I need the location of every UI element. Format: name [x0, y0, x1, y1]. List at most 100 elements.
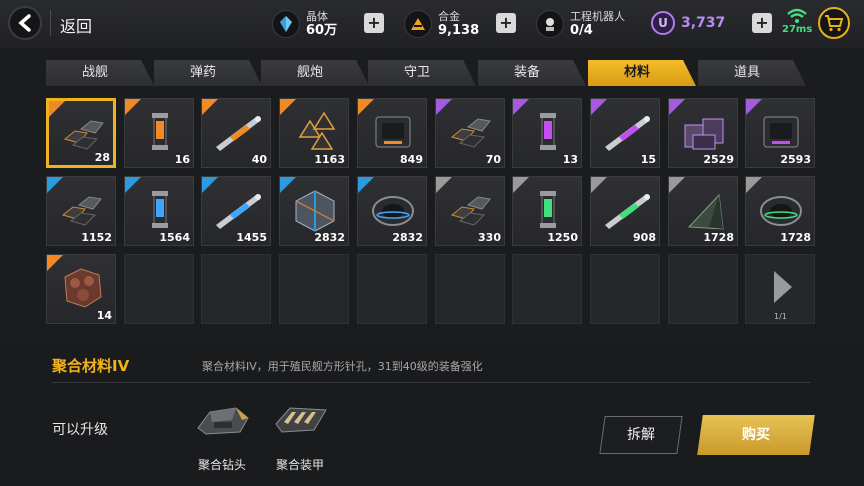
material-item-0[interactable]: 28	[46, 98, 116, 168]
material-item-17[interactable]: 908	[590, 176, 660, 246]
resource-robot: 工程机器人 0/4	[536, 5, 625, 43]
hex-plates-icon	[450, 118, 491, 148]
alloy-label: 合金	[438, 10, 460, 23]
crystal-label: 晶体	[306, 10, 328, 23]
cart-icon	[825, 15, 844, 32]
material-item-5[interactable]: 70	[435, 98, 505, 168]
item-count: 1250	[547, 231, 578, 244]
upgrade-drill-name: 聚合钻头	[197, 458, 246, 472]
capsule-icon	[540, 191, 556, 228]
item-count: 13	[562, 153, 578, 166]
divider	[50, 10, 51, 36]
material-item-12[interactable]: 1455	[201, 176, 271, 246]
tab-cannons[interactable]: 舰炮	[261, 60, 369, 86]
ring-core-icon	[760, 196, 802, 226]
robot-icon	[536, 10, 564, 38]
empty-slot	[279, 254, 349, 324]
pyramid-icon	[687, 193, 724, 230]
material-item-18[interactable]: 1728	[668, 176, 738, 246]
engine-block-icon	[763, 116, 799, 148]
back-button[interactable]	[8, 6, 42, 40]
item-count: 2832	[392, 231, 423, 244]
item-count: 1728	[703, 231, 734, 244]
material-item-15[interactable]: 330	[435, 176, 505, 246]
buy-label: 购买	[742, 427, 770, 443]
empty-slot	[590, 254, 660, 324]
item-count: 2529	[703, 153, 734, 166]
material-item-3[interactable]: 1163	[279, 98, 349, 168]
tab-equipment[interactable]: 装备	[478, 60, 586, 86]
material-item-13[interactable]: 2832	[279, 176, 349, 246]
tab-props[interactable]: 道具	[698, 60, 806, 86]
empty-slot	[668, 254, 738, 324]
divider	[52, 382, 810, 383]
chevron-right-icon	[774, 271, 792, 303]
dismantle-button[interactable]: 拆解	[599, 416, 683, 454]
upgrade-armor-name: 聚合装甲	[275, 458, 324, 472]
empty-slot	[201, 254, 271, 324]
material-item-14[interactable]: 2832	[357, 176, 427, 246]
material-item-19[interactable]: 1728	[745, 176, 815, 246]
upgrade-drill[interactable]: 聚合钻头	[190, 400, 254, 473]
material-item-6[interactable]: 13	[512, 98, 582, 168]
tab-ammo[interactable]: 弹药	[154, 60, 262, 86]
material-item-11[interactable]: 1564	[124, 176, 194, 246]
item-count: 40	[251, 153, 267, 166]
resource-crystal: 晶体 60万	[272, 5, 337, 43]
item-count: 1163	[314, 153, 345, 166]
inventory-grid: 28 16 40 1163 849 70 13 15 2529 2593 1152 1564 1455 2…	[44, 92, 820, 332]
buy-button[interactable]: 购买	[697, 415, 815, 455]
shop-cart-button[interactable]	[818, 7, 850, 39]
material-item-20[interactable]: 14	[46, 254, 116, 324]
item-count: 16	[174, 153, 190, 166]
item-count: 330	[478, 231, 501, 244]
item-count: 1152	[81, 231, 112, 244]
item-name: 聚合材料IV	[52, 357, 130, 375]
hex-plates-icon	[63, 120, 104, 150]
rod-icon	[216, 194, 261, 229]
cube-icon	[295, 190, 335, 232]
crystal-icon	[272, 10, 300, 38]
item-count: 1564	[159, 231, 190, 244]
ping-value: 27ms	[782, 24, 813, 35]
material-item-7[interactable]: 15	[590, 98, 660, 168]
material-item-16[interactable]: 1250	[512, 176, 582, 246]
add-alloy-button[interactable]: +	[496, 13, 516, 33]
tab-materials[interactable]: 材料	[588, 60, 696, 86]
material-item-10[interactable]: 1152	[46, 176, 116, 246]
wifi-icon	[787, 8, 807, 23]
material-item-8[interactable]: 2529	[668, 98, 738, 168]
material-item-2[interactable]: 40	[201, 98, 271, 168]
material-item-9[interactable]: 2593	[745, 98, 815, 168]
crystal-cluster-icon	[298, 111, 336, 150]
item-count: 15	[640, 153, 656, 166]
alloy-icon	[404, 10, 432, 38]
capsule-icon	[540, 113, 556, 150]
next-page-button[interactable]: 1/1	[745, 254, 815, 324]
category-tabs: 战舰 弹药 舰炮 守卫 装备 材料 道具	[46, 60, 816, 86]
material-item-1[interactable]: 16	[124, 98, 194, 168]
u-currency-value: 3,737	[681, 15, 726, 31]
resource-alloy: 合金 9,138	[404, 5, 479, 43]
material-item-4[interactable]: 849	[357, 98, 427, 168]
empty-slot	[435, 254, 505, 324]
alloy-value: 9,138	[438, 23, 480, 38]
add-crystal-button[interactable]: +	[364, 13, 384, 33]
add-u-currency-button[interactable]: +	[752, 13, 772, 33]
tab-guards[interactable]: 守卫	[368, 60, 476, 86]
cube-cluster-icon	[684, 118, 724, 150]
page-indicator: 1/1	[774, 312, 787, 321]
hex-plates-icon	[61, 196, 102, 226]
empty-slot	[512, 254, 582, 324]
upgrade-armor[interactable]: 聚合装甲	[268, 400, 332, 473]
robot-value: 0/4	[570, 23, 593, 38]
empty-slot	[124, 254, 194, 324]
empty-slot	[357, 254, 427, 324]
crystal-value: 60万	[306, 23, 338, 38]
hex-plates-icon	[450, 196, 491, 226]
armor-icon	[275, 407, 327, 433]
rod-icon	[605, 194, 650, 229]
back-label[interactable]: 返回	[60, 13, 92, 37]
tab-warships[interactable]: 战舰	[46, 60, 154, 86]
item-description: 聚合材料IV，用于殖民舰方形针孔，31到40级的装备强化	[202, 360, 483, 373]
